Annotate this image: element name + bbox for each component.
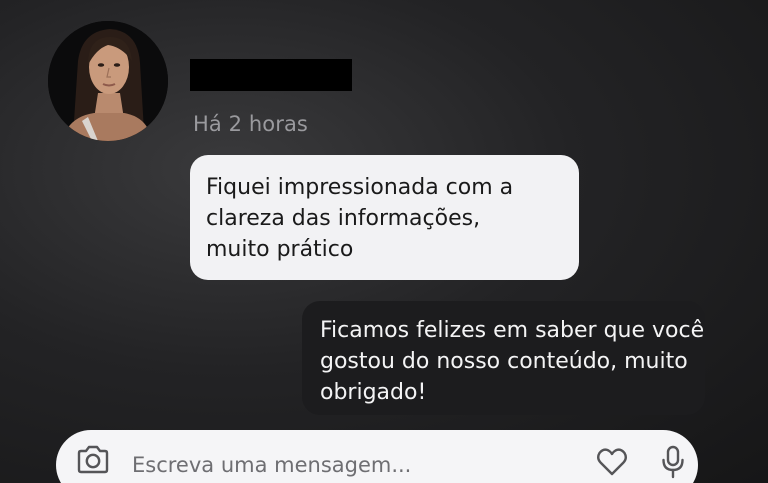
- avatar[interactable]: [48, 21, 168, 141]
- heart-icon[interactable]: [596, 447, 628, 477]
- message-text-line: obrigado!: [320, 380, 427, 405]
- message-composer: [56, 430, 698, 483]
- message-timestamp: Há 2 horas: [193, 112, 308, 136]
- camera-icon[interactable]: [76, 445, 110, 475]
- microphone-icon[interactable]: [660, 445, 686, 479]
- message-text-line: Ficamos felizes em saber que você: [320, 318, 705, 343]
- profile-photo: [48, 21, 168, 141]
- message-text-line: Fiquei impressionada com a: [206, 175, 514, 200]
- contact-name-redacted: [190, 59, 352, 91]
- outgoing-message-bubble[interactable]: Ficamos felizes em saber que você gostou…: [302, 301, 705, 415]
- incoming-message-bubble[interactable]: Fiquei impressionada com a clareza das i…: [190, 155, 579, 280]
- message-text-line: clareza das informações,: [206, 206, 481, 231]
- message-text-line: muito prático: [206, 237, 354, 262]
- message-input[interactable]: [132, 449, 552, 481]
- message-text-line: gostou do nosso conteúdo, muito: [320, 349, 688, 374]
